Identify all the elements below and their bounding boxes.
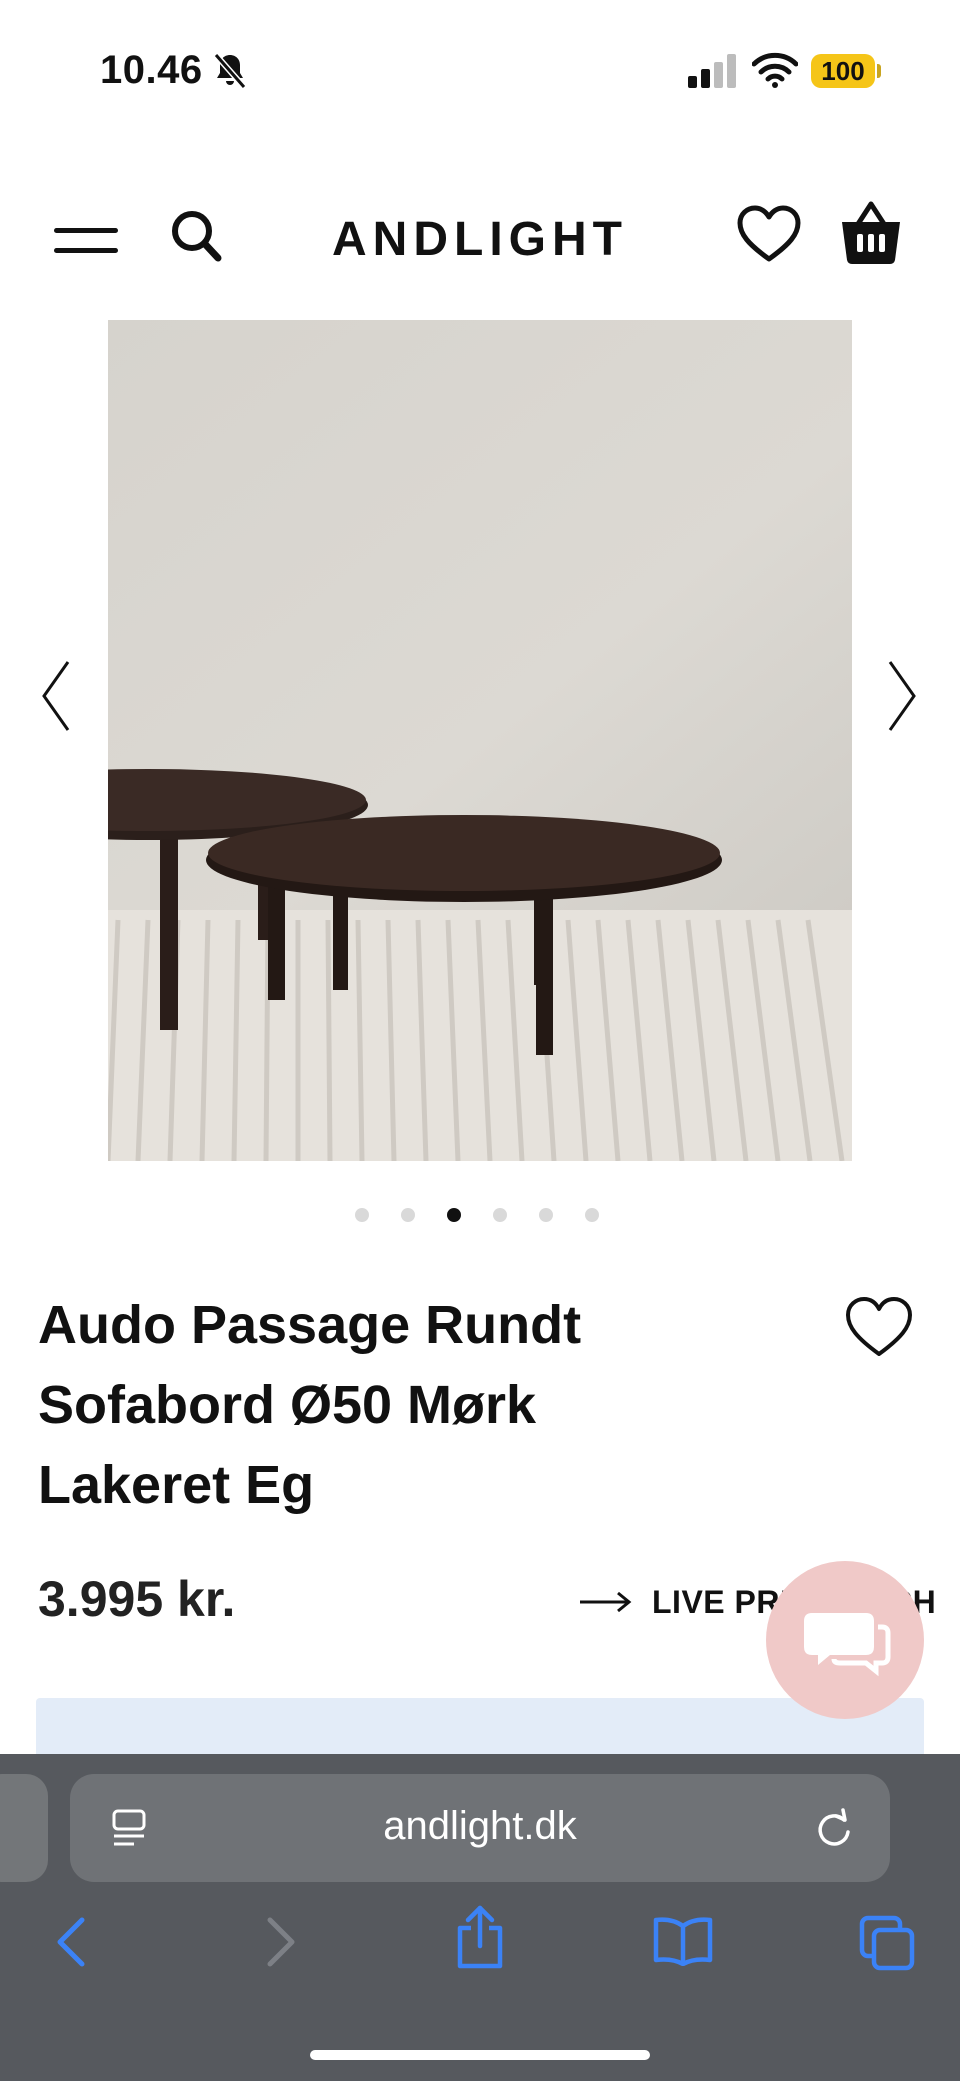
site-header: ANDLIGHT <box>0 190 960 290</box>
status-time: 10.46 <box>100 48 203 92</box>
heart-icon[interactable] <box>736 204 802 264</box>
chevron-left-icon[interactable] <box>40 660 72 732</box>
home-indicator <box>310 2050 650 2060</box>
gallery-dot[interactable] <box>493 1208 507 1222</box>
previous-tab-preview[interactable] <box>0 1774 48 1882</box>
signal-icon <box>688 54 736 88</box>
bell-slash-icon <box>213 53 247 89</box>
back-icon[interactable] <box>52 1914 92 1970</box>
add-to-wishlist-icon[interactable] <box>844 1295 914 1359</box>
forward-icon[interactable] <box>260 1914 300 1970</box>
chat-icon <box>804 1613 891 1677</box>
shopping-basket-icon[interactable] <box>838 198 904 268</box>
gallery-dot-active[interactable] <box>447 1208 461 1222</box>
tabs-icon[interactable] <box>858 1914 916 1972</box>
share-icon[interactable] <box>454 1904 506 1970</box>
battery-icon: 100 <box>811 54 875 88</box>
product-photo <box>108 320 852 1161</box>
bookmarks-icon[interactable] <box>652 1916 714 1966</box>
product-image[interactable] <box>108 320 852 1161</box>
wifi-icon <box>752 52 798 88</box>
status-bar: 10.46 100 <box>0 0 960 140</box>
chevron-right-icon[interactable] <box>886 660 918 732</box>
reload-icon[interactable] <box>814 1808 854 1850</box>
chat-button[interactable] <box>766 1561 924 1719</box>
product-title: Audo Passage Rundt Sofabord Ø50 Mørk Lak… <box>38 1295 582 1515</box>
gallery-dot[interactable] <box>585 1208 599 1222</box>
gallery-dot[interactable] <box>355 1208 369 1222</box>
brand-logo[interactable]: ANDLIGHT <box>0 212 960 267</box>
gallery-dot[interactable] <box>401 1208 415 1222</box>
browser-toolbar: andlight.dk <box>0 1754 960 2081</box>
gallery-dot[interactable] <box>539 1208 553 1222</box>
address-bar[interactable]: andlight.dk <box>70 1774 890 1882</box>
battery-nub <box>877 64 881 78</box>
product-price: 3.995 kr. <box>38 1571 236 1627</box>
url-text: andlight.dk <box>383 1804 577 1848</box>
arrow-right-icon <box>580 1591 632 1613</box>
